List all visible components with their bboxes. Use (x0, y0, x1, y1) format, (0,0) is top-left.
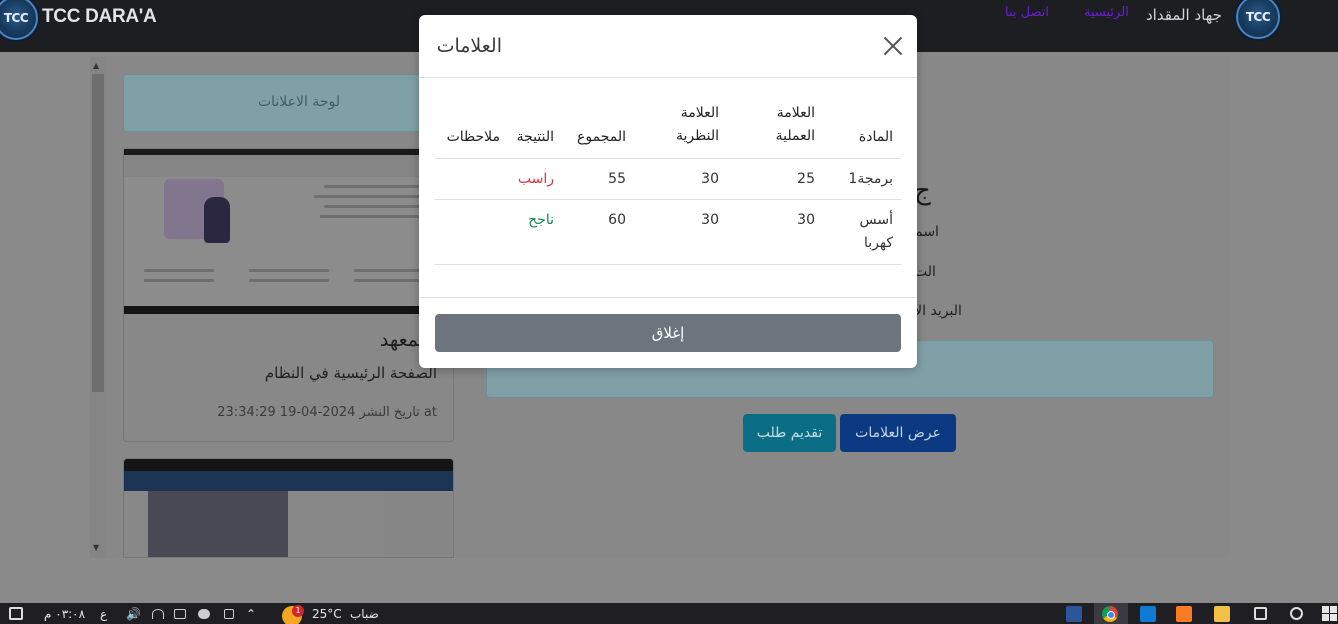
brand-logo-icon[interactable]: TCC (0, 0, 38, 40)
word-app-icon[interactable] (1066, 606, 1082, 622)
task-view-icon[interactable] (1254, 607, 1267, 620)
device-icon[interactable] (224, 609, 234, 619)
row1-theory: 30 (701, 171, 719, 187)
modal-title: العلامات (436, 35, 502, 57)
announcement-thumbnail (124, 149, 453, 314)
table-header-divider (435, 158, 901, 159)
scroll-up-icon[interactable]: ▲ (93, 61, 99, 70)
row2-subject: أسس كهربا (859, 212, 893, 251)
avatar-logo-text: TCC (1245, 10, 1271, 24)
modal-close-button[interactable]: إغلاق (435, 314, 901, 352)
announcements-header: لوحة الاعلانات (123, 74, 453, 132)
onedrive-icon[interactable] (198, 609, 210, 619)
profile-line-2: الت (914, 264, 936, 280)
nav-link-contact[interactable]: اتصل بنا (1005, 5, 1049, 20)
row1-subject: برمجة1 (848, 171, 893, 187)
weather-temperature[interactable]: 25°C (312, 607, 342, 621)
row1-total: 55 (608, 171, 626, 187)
submit-request-button[interactable]: تقديم طلب (743, 414, 836, 452)
card-date: تاريخ النشر 2024-04-19 23:34:29 at (217, 405, 437, 420)
modal-header-divider (419, 77, 917, 78)
nav-link-home[interactable]: الرئيسية (1084, 5, 1129, 20)
row2-practical: 30 (797, 212, 815, 228)
announcement-card-2[interactable] (123, 458, 454, 558)
show-grades-button[interactable]: عرض العلامات (840, 414, 956, 452)
row2-theory: 30 (701, 212, 719, 228)
xampp-app-icon[interactable] (1176, 606, 1192, 622)
input-language[interactable]: ع (100, 607, 107, 621)
taskbar-clock[interactable]: ٠٣:٠٨ م (44, 607, 85, 621)
weather-badge: 1 (292, 605, 304, 617)
close-icon[interactable] (883, 36, 903, 56)
battery-icon[interactable] (174, 609, 186, 619)
weather-condition[interactable]: ضباب (350, 607, 379, 621)
col-header-theory: العلامة النظرية (676, 105, 719, 144)
logo-text: TCC (3, 11, 29, 25)
table-row-divider (435, 199, 901, 200)
file-explorer-icon[interactable] (1214, 606, 1230, 622)
row2-result: ناجح (528, 212, 554, 228)
row1-practical: 25 (797, 171, 815, 187)
scroll-down-icon[interactable]: ▼ (93, 543, 99, 552)
col-header-practical: العلامة العملية (775, 105, 815, 144)
chrome-app-icon[interactable] (1102, 606, 1118, 622)
notification-center-icon[interactable] (9, 607, 23, 620)
col-header-notes: ملاحظات (446, 129, 500, 145)
chevron-up-icon[interactable]: ⌃ (246, 607, 256, 621)
brand-name[interactable]: TCC DARA'A (42, 6, 157, 28)
row1-result: راسب (517, 171, 554, 187)
windows-taskbar: ٠٣:٠٨ م ع 🔊 ⌃ 1 25°C ضباب (0, 603, 1338, 624)
col-header-result: النتيجة (516, 129, 554, 145)
announcement-card[interactable]: رة المعهد الصفحة الرئيسية في النظام تاري… (123, 148, 455, 442)
modal-footer-divider (419, 297, 917, 298)
announcements-title: لوحة الاعلانات (257, 94, 340, 110)
profile-name-line: اسم (914, 224, 939, 240)
row2-total: 60 (608, 212, 626, 228)
user-avatar-icon[interactable]: TCC (1236, 0, 1280, 39)
card-subtitle: الصفحة الرئيسية في النظام (264, 364, 437, 382)
wifi-icon[interactable] (152, 609, 164, 619)
scrollbar-thumb[interactable] (92, 74, 104, 392)
windows-start-icon[interactable] (1322, 606, 1338, 622)
vscode-app-icon[interactable] (1140, 606, 1156, 622)
speaker-icon[interactable]: 🔊 (126, 607, 141, 621)
col-header-subject: المادة (858, 129, 893, 145)
user-name[interactable]: جهاد المقداد (1146, 6, 1222, 24)
grades-modal: العلامات المادة العلامة العملية العلامة … (419, 15, 917, 368)
table-bottom-divider (435, 264, 901, 265)
search-icon[interactable] (1290, 607, 1303, 620)
col-header-total: المجموع (577, 129, 626, 145)
